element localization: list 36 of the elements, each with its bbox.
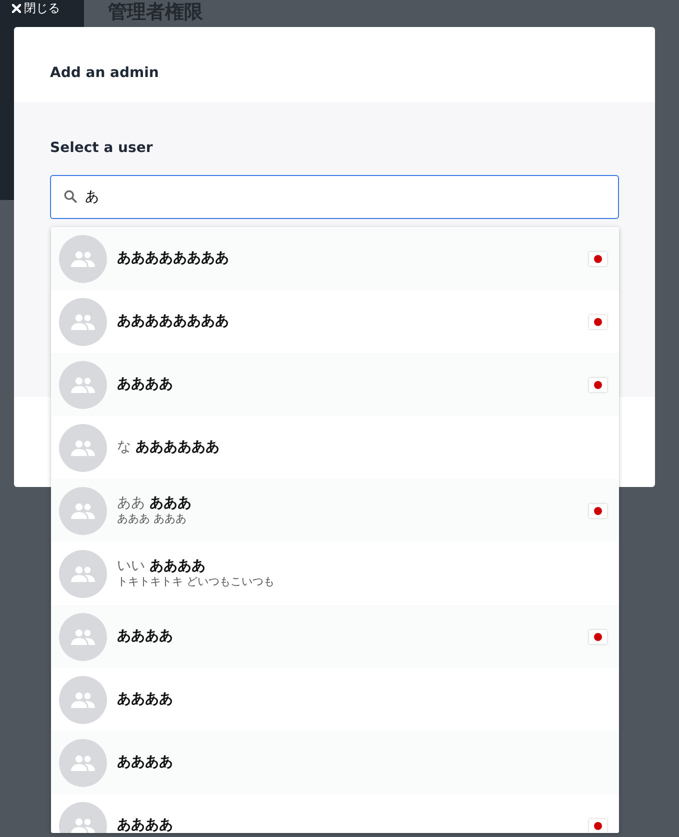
user-name: ああああ (117, 690, 174, 708)
people-icon (70, 754, 96, 772)
user-option[interactable]: ああああああああ (51, 290, 619, 353)
user-name: ああああ (117, 376, 174, 394)
people-icon (70, 438, 96, 456)
user-option[interactable]: ああああ (51, 353, 619, 416)
user-option[interactable]: ああああ (51, 731, 619, 794)
user-name: ああああああああ (117, 312, 230, 330)
user-option[interactable]: ああああ (51, 605, 619, 668)
search-field[interactable]: あ (50, 175, 619, 219)
user-option[interactable]: な ああああああ (51, 416, 619, 479)
people-icon (70, 250, 96, 268)
people-icon (70, 502, 96, 520)
people-icon (70, 690, 96, 708)
user-name: いい ああああ (117, 558, 206, 576)
user-name: な ああああああ (117, 438, 220, 456)
people-icon (70, 312, 96, 330)
field-label: Select a user (50, 140, 153, 156)
people-icon (70, 564, 96, 582)
people-icon (70, 816, 96, 833)
user-name: ああああ (117, 816, 174, 833)
user-option[interactable]: ああああ (51, 668, 619, 731)
user-subtitle: トキトキトキ どいつもこいつも (117, 575, 276, 590)
user-name: ああ あああ (117, 494, 192, 512)
user-option[interactable]: ああああ (51, 794, 619, 833)
modal-title: Add an admin (50, 65, 159, 81)
people-icon (70, 376, 96, 394)
user-name: ああああ (117, 628, 174, 646)
user-option[interactable]: いい ああああ トキトキトキ どいつもこいつも (51, 542, 619, 605)
user-name: ああああ (117, 754, 174, 772)
user-option[interactable]: ああ あああ あああ あああ (51, 479, 619, 542)
people-icon (70, 628, 96, 646)
user-option[interactable]: ああああああああ (51, 227, 619, 290)
close-icon (12, 4, 21, 12)
user-subtitle: あああ あああ (117, 512, 188, 526)
user-name: ああああああああ (117, 250, 230, 268)
